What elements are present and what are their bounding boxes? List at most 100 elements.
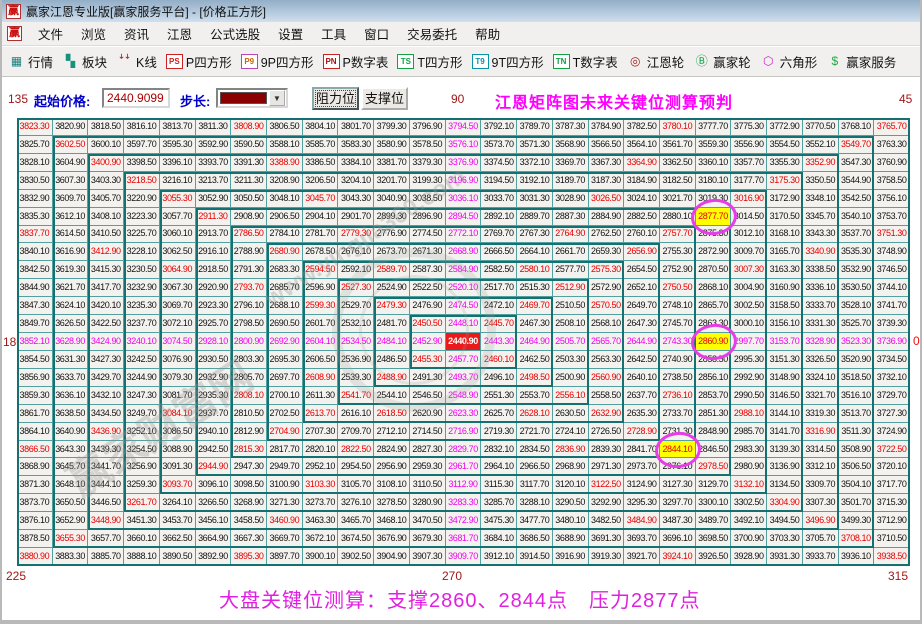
- price-cell: 3105.70: [338, 476, 375, 495]
- price-cell: 3871.30: [17, 476, 53, 495]
- price-cell: 2601.70: [302, 315, 339, 334]
- price-cell: 2666.50: [481, 243, 518, 262]
- menu-item-2[interactable]: 资讯: [115, 21, 158, 46]
- price-cell: 2553.70: [517, 386, 553, 405]
- price-cell: 2712.10: [374, 422, 410, 441]
- tool-quotes[interactable]: ▦ 行情: [8, 52, 53, 71]
- menu-item-8[interactable]: 交易委托: [398, 21, 466, 46]
- price-cell: 2990.50: [731, 386, 768, 405]
- gann-wheel-icon: ◎: [629, 54, 641, 68]
- price-cell: 3314.50: [802, 440, 839, 459]
- tool-p-square[interactable]: PS P四方形: [165, 52, 232, 71]
- tool-t-table[interactable]: TN T数字表: [552, 52, 618, 71]
- price-cell: 3832.90: [17, 189, 53, 208]
- price-cell: 3218.50: [124, 171, 160, 190]
- price-cell: 3117.70: [517, 476, 553, 495]
- price-cell: 3662.50: [159, 530, 196, 549]
- price-cell: 3108.10: [374, 476, 410, 495]
- price-cell: 3926.50: [695, 548, 732, 566]
- price-cell: 2880.10: [659, 207, 696, 226]
- price-cell: 2560.90: [588, 368, 625, 387]
- tool-label: 9P四方形: [260, 56, 314, 70]
- price-cell: 3038.50: [409, 189, 446, 208]
- tool-win-wheel[interactable]: Ⓑ 赢家轮: [693, 52, 751, 71]
- price-cell: 2676.10: [338, 243, 375, 262]
- angle-label-315: 315: [888, 569, 909, 583]
- price-cell: 3355.30: [767, 153, 803, 172]
- menu-item-5[interactable]: 设置: [269, 21, 312, 46]
- start-price-input[interactable]: [102, 88, 170, 108]
- tool-p-table[interactable]: PN P数字表: [322, 52, 388, 71]
- tool-service[interactable]: $ 赢家服务: [826, 52, 896, 71]
- tool-t-square[interactable]: TS T四方形: [397, 52, 463, 71]
- menu-item-9[interactable]: 帮助: [466, 21, 509, 46]
- price-cell: 3477.70: [517, 512, 553, 531]
- price-cell: 2580.10: [517, 261, 553, 280]
- menu-item-0[interactable]: 文件: [29, 21, 72, 46]
- price-cell: 3141.70: [767, 422, 803, 441]
- price-cell: 3480.10: [552, 512, 589, 531]
- price-cell: 3004.90: [731, 279, 768, 298]
- chevron-down-icon[interactable]: ▼: [269, 90, 285, 106]
- menu-item-1[interactable]: 浏览: [72, 21, 115, 46]
- tool-kline[interactable]: ꜜꜜ K线: [116, 52, 157, 71]
- price-cell: 2654.50: [624, 261, 660, 280]
- price-cell: 3379.30: [409, 153, 446, 172]
- tool-sectors[interactable]: ▚ 板块: [62, 52, 107, 71]
- price-cell: 2863.30: [695, 315, 732, 334]
- window-title: 赢家江恩专业版[赢家服务平台] - [价格正方形]: [26, 4, 267, 19]
- menu-item-4[interactable]: 公式选股: [201, 21, 269, 46]
- price-cell: 2548.90: [445, 386, 482, 405]
- price-cell: 3895.30: [231, 548, 268, 566]
- price-cell: 3696.10: [659, 530, 696, 549]
- price-cell: 3636.10: [52, 386, 89, 405]
- step-color-dropdown[interactable]: ▼: [216, 88, 288, 108]
- price-cell: 3204.10: [338, 171, 375, 190]
- price-cell: 3120.10: [552, 476, 589, 495]
- price-cell: 3528.10: [838, 297, 875, 316]
- resistance-button[interactable]: 阻力位: [312, 87, 359, 110]
- price-cell: 2738.50: [659, 368, 696, 387]
- price-cell: 3057.70: [159, 207, 196, 226]
- price-cell: 3921.70: [624, 548, 660, 566]
- price-cell: 3792.10: [481, 118, 518, 136]
- price-cell: 3820.90: [52, 118, 89, 136]
- price-cell: 2820.10: [302, 440, 339, 459]
- price-cell: 3633.70: [52, 368, 89, 387]
- price-cell: 2834.50: [517, 440, 553, 459]
- tool-label: 赢家服务: [846, 56, 897, 70]
- price-cell: 3758.50: [874, 171, 910, 190]
- tool-hexagon[interactable]: ⬡ 六角形: [760, 52, 817, 71]
- tool-gann-wheel[interactable]: ◎ 江恩轮: [627, 52, 684, 71]
- price-cell: 3672.10: [302, 530, 339, 549]
- tool-9p-square[interactable]: P9 9P四方形: [240, 52, 314, 71]
- price-cell: 3604.90: [52, 153, 89, 172]
- menu-item-6[interactable]: 工具: [312, 21, 355, 46]
- price-cell: 2702.50: [267, 404, 303, 423]
- price-cell: 2928.10: [195, 333, 232, 351]
- tool-9t-square[interactable]: T9 9T四方形: [471, 52, 544, 71]
- price-cell: 3900.10: [302, 548, 339, 566]
- price-cell: 3360.10: [695, 153, 732, 172]
- price-cell: 3722.50: [874, 440, 910, 459]
- price-cell: 3784.90: [588, 118, 625, 136]
- price-cell: 3072.10: [159, 315, 196, 334]
- price-cell: 2829.70: [445, 440, 482, 459]
- price-cell: 3093.70: [159, 476, 196, 495]
- price-cell: 2906.50: [267, 207, 303, 226]
- price-cell: 3513.70: [838, 404, 875, 423]
- price-cell: 2714.50: [409, 422, 446, 441]
- menu-item-3[interactable]: 江恩: [158, 21, 201, 46]
- price-cell: 3434.50: [88, 404, 125, 423]
- price-cell: 2462.50: [517, 350, 553, 369]
- price-cell: 2704.90: [267, 422, 303, 441]
- price-cell: 3033.70: [481, 189, 518, 208]
- price-cell: 3501.70: [838, 494, 875, 513]
- price-cell: 3806.50: [267, 118, 303, 136]
- price-cell: 3211.30: [231, 171, 268, 190]
- price-cell: 3794.50: [445, 118, 482, 136]
- price-cell: 3700.90: [731, 530, 768, 549]
- price-cell: 3554.50: [767, 135, 803, 154]
- support-button[interactable]: 支撑位: [361, 87, 408, 110]
- menu-item-7[interactable]: 窗口: [355, 21, 398, 46]
